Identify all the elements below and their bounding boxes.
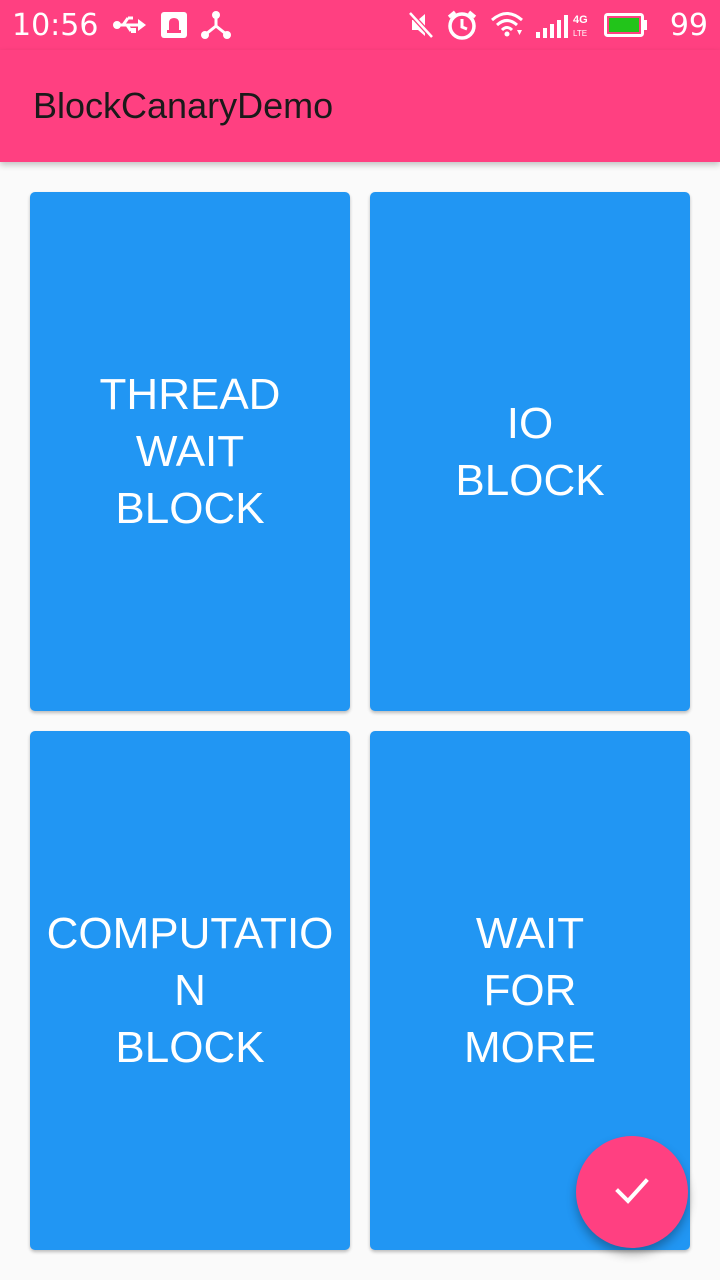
alarm-icon — [446, 9, 478, 41]
usb-icon — [112, 13, 148, 37]
svg-text:LTE: LTE — [573, 29, 587, 38]
battery-level: 99 — [669, 7, 708, 43]
share-icon — [200, 10, 232, 40]
status-left: 10:56 — [12, 8, 244, 43]
signal-icon: 4G LTE — [535, 10, 592, 40]
app-bar: BlockCanaryDemo — [0, 50, 720, 162]
computation-block-button[interactable]: COMPUTATIO N BLOCK — [30, 731, 350, 1250]
io-block-button[interactable]: IO BLOCK — [370, 192, 690, 711]
status-right: 4G LTE 99 — [407, 7, 708, 43]
status-bar: 10:56 4G LTE 99 — [0, 0, 720, 50]
mute-icon — [407, 10, 434, 40]
notification-icon — [160, 11, 188, 39]
svg-text:4G: 4G — [573, 14, 588, 26]
wifi-icon — [490, 11, 524, 39]
app-title: BlockCanaryDemo — [33, 85, 334, 126]
screen: 10:56 4G LTE 99 BlockCanaryDemo THREAD W… — [0, 0, 720, 1280]
fab-button[interactable] — [576, 1136, 688, 1248]
check-icon — [612, 1170, 652, 1214]
battery-icon — [603, 12, 648, 38]
thread-wait-block-button[interactable]: THREAD WAIT BLOCK — [30, 192, 350, 711]
status-time: 10:56 — [12, 7, 99, 43]
